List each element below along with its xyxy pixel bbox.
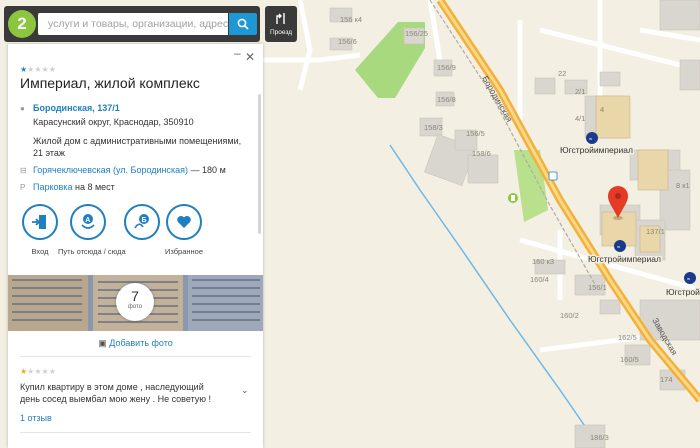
minimize-icon[interactable]: – bbox=[234, 46, 241, 60]
svg-text:Югстройимпериал: Югстройимпериал bbox=[588, 254, 661, 264]
svg-text:156/9: 156/9 bbox=[437, 63, 456, 72]
review-text: Купил квартиру в этом доме , наследующий… bbox=[20, 381, 225, 405]
svg-text:174: 174 bbox=[660, 375, 673, 384]
add-photo-label: Добавить фото bbox=[109, 338, 173, 348]
rating-stars: ★★★★★ bbox=[20, 65, 56, 74]
route-button[interactable]: Проезд bbox=[265, 6, 297, 42]
divider-2 bbox=[20, 432, 251, 433]
favorite-label: Избранное bbox=[164, 247, 203, 256]
review-item: ★★★★★ bbox=[20, 367, 251, 376]
svg-text:2/1: 2/1 bbox=[575, 87, 585, 96]
svg-text:Б: Б bbox=[142, 217, 147, 224]
svg-text:156/6: 156/6 bbox=[338, 37, 357, 46]
search-input[interactable] bbox=[38, 13, 228, 35]
address-detail: Карасунский округ, Краснодар, 350910 bbox=[33, 117, 194, 127]
entrance-icon bbox=[32, 215, 46, 229]
2gis-logo[interactable]: 2 bbox=[8, 10, 36, 38]
place-title: Империал, жилой комплекс bbox=[20, 75, 200, 91]
svg-text:A: A bbox=[85, 217, 90, 224]
svg-text:4: 4 bbox=[600, 105, 604, 114]
svg-text:156/8: 156/8 bbox=[437, 95, 456, 104]
favorite-button[interactable]: Избранное bbox=[154, 204, 214, 256]
svg-text:160/2: 160/2 bbox=[560, 311, 579, 320]
svg-text:158/6: 158/6 bbox=[472, 149, 491, 158]
review-line1: Купил квартиру в этом доме , наследующий bbox=[20, 382, 204, 392]
review-line2: день сосед выембал мою жену . Не советую… bbox=[20, 394, 212, 404]
pin-icon: ● bbox=[20, 104, 25, 113]
photo-caption: фото bbox=[127, 304, 143, 310]
svg-text:162/5: 162/5 bbox=[618, 333, 637, 342]
route-ab-label: Путь отсюда / сюда bbox=[58, 247, 126, 256]
svg-text:156/25: 156/25 bbox=[405, 29, 428, 38]
svg-text:160/4: 160/4 bbox=[530, 275, 549, 284]
action-buttons: Вход A Путь отсюда / сюда Б Избранное bbox=[8, 204, 263, 266]
parking-detail: на 8 мест bbox=[74, 182, 115, 192]
route-icon: Б bbox=[134, 214, 149, 229]
svg-text:160 к3: 160 к3 bbox=[532, 257, 554, 266]
search-button[interactable] bbox=[229, 13, 257, 35]
description-line2: 21 этаж bbox=[33, 148, 65, 158]
close-icon[interactable]: ✕ bbox=[245, 50, 255, 64]
star-empty-icon: ★ bbox=[41, 65, 49, 74]
star-empty-icon: ★ bbox=[34, 367, 42, 376]
svg-text:158/3: 158/3 bbox=[424, 123, 443, 132]
stop-distance: — 180 м bbox=[190, 165, 226, 175]
place-card: – ✕ ★★★★★ Империал, жилой комплекс ● Бор… bbox=[8, 44, 263, 448]
route-button-label: Проезд bbox=[269, 29, 292, 36]
chevron-down-icon[interactable]: ⌄ bbox=[241, 385, 249, 396]
star-empty-icon: ★ bbox=[41, 367, 49, 376]
review-stars: ★★★★★ bbox=[20, 367, 251, 376]
add-photo-button[interactable]: ▣ Добавить фото bbox=[8, 338, 263, 349]
star-empty-icon: ★ bbox=[48, 65, 56, 74]
photo-count: 7 bbox=[131, 288, 139, 304]
search-icon bbox=[237, 18, 249, 30]
camera-icon: ▣ bbox=[98, 338, 107, 348]
address-link[interactable]: Бородинская, 137/1 bbox=[33, 102, 120, 114]
bus-stop-icon[interactable] bbox=[548, 171, 558, 181]
svg-text:4/1: 4/1 bbox=[575, 114, 585, 123]
photo-strip[interactable]: 7 фото bbox=[8, 275, 263, 331]
fuel-icon[interactable] bbox=[508, 193, 518, 203]
stop-link[interactable]: Горячеключевская (ул. Бородинская) bbox=[33, 165, 188, 175]
svg-text:160/5: 160/5 bbox=[620, 355, 639, 364]
photo-count-badge[interactable]: 7 фото bbox=[116, 283, 154, 321]
svg-text:156/1: 156/1 bbox=[588, 283, 607, 292]
svg-text:8 к1: 8 к1 bbox=[676, 181, 690, 190]
transit-stop-icon: ⊟ bbox=[20, 166, 27, 175]
description-line1: Жилой дом с административными помещениям… bbox=[33, 136, 242, 146]
directions-icon bbox=[276, 13, 285, 24]
svg-text:156/5: 156/5 bbox=[466, 129, 485, 138]
svg-text:Югстройимпериал: Югстройимпериал bbox=[560, 145, 633, 155]
route-ab-icon: A bbox=[81, 214, 95, 229]
divider bbox=[20, 356, 251, 357]
parking-link[interactable]: Парковка bbox=[33, 182, 72, 192]
star-empty-icon: ★ bbox=[34, 65, 42, 74]
svg-text:137/1: 137/1 bbox=[646, 227, 665, 236]
svg-text:186/3: 186/3 bbox=[590, 433, 609, 442]
parking-icon: P bbox=[20, 183, 26, 192]
svg-text:Югстройимп: Югстройимп bbox=[666, 287, 700, 297]
heart-icon bbox=[177, 216, 191, 228]
star-empty-icon: ★ bbox=[48, 367, 56, 376]
reviews-count-link[interactable]: 1 отзыв bbox=[20, 413, 52, 423]
svg-text:156 к4: 156 к4 bbox=[340, 15, 362, 24]
svg-text:22: 22 bbox=[558, 69, 566, 78]
route-ab-button[interactable]: A Путь отсюда / сюда bbox=[58, 204, 126, 256]
